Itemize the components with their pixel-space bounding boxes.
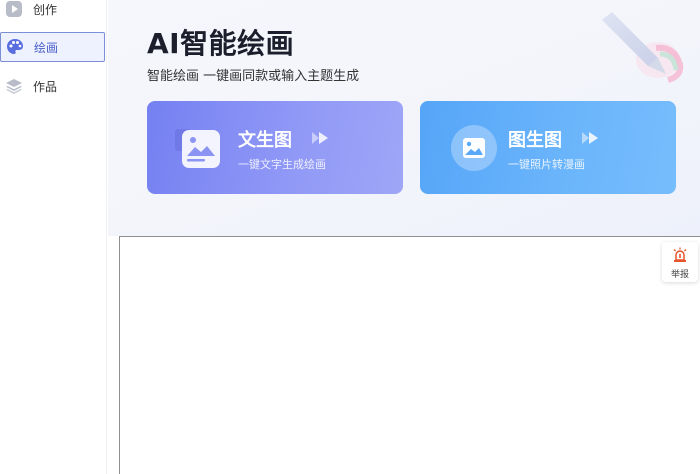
sidebar: 创作 绘画 作品: [0, 0, 107, 474]
card-title: 文生图: [238, 130, 292, 151]
text-to-image-card[interactable]: 文生图 一键文字生成绘画: [147, 101, 403, 194]
sidebar-item-create[interactable]: 创作: [0, 0, 105, 24]
content-frame: [119, 236, 700, 474]
main-content: AI智能绘画 智能绘画 一键画同款或输入主题生成 文生图 一键文字生成绘画 图生…: [108, 0, 700, 474]
page-title: AI智能绘画: [147, 27, 295, 60]
sidebar-item-painting[interactable]: 绘画: [0, 32, 105, 62]
text-image-icon: [175, 129, 220, 168]
palette-icon: [7, 39, 23, 54]
sidebar-item-label: 绘画: [34, 40, 59, 55]
hero-banner: AI智能绘画 智能绘画 一键画同款或输入主题生成 文生图 一键文字生成绘画 图生…: [108, 0, 700, 236]
report-label: 举报: [670, 270, 689, 280]
card-description: 一键文字生成绘画: [238, 158, 326, 171]
sidebar-item-works[interactable]: 作品: [0, 71, 105, 101]
double-arrow-icon: [312, 132, 328, 144]
play-icon: [6, 1, 22, 17]
sidebar-item-label: 作品: [33, 79, 58, 94]
photo-icon: [451, 125, 497, 171]
alarm-icon: [673, 247, 687, 262]
layers-icon: [6, 79, 22, 94]
sidebar-item-label: 创作: [33, 2, 58, 17]
page-subtitle: 智能绘画 一键画同款或输入主题生成: [147, 69, 360, 84]
card-description: 一键照片转漫画: [508, 158, 585, 171]
report-button[interactable]: 举报: [662, 242, 698, 282]
image-to-image-card[interactable]: 图生图 一键照片转漫画: [420, 101, 676, 194]
card-title: 图生图: [508, 130, 562, 151]
brush-decoration-icon: [602, 12, 684, 83]
double-arrow-icon: [582, 132, 598, 144]
